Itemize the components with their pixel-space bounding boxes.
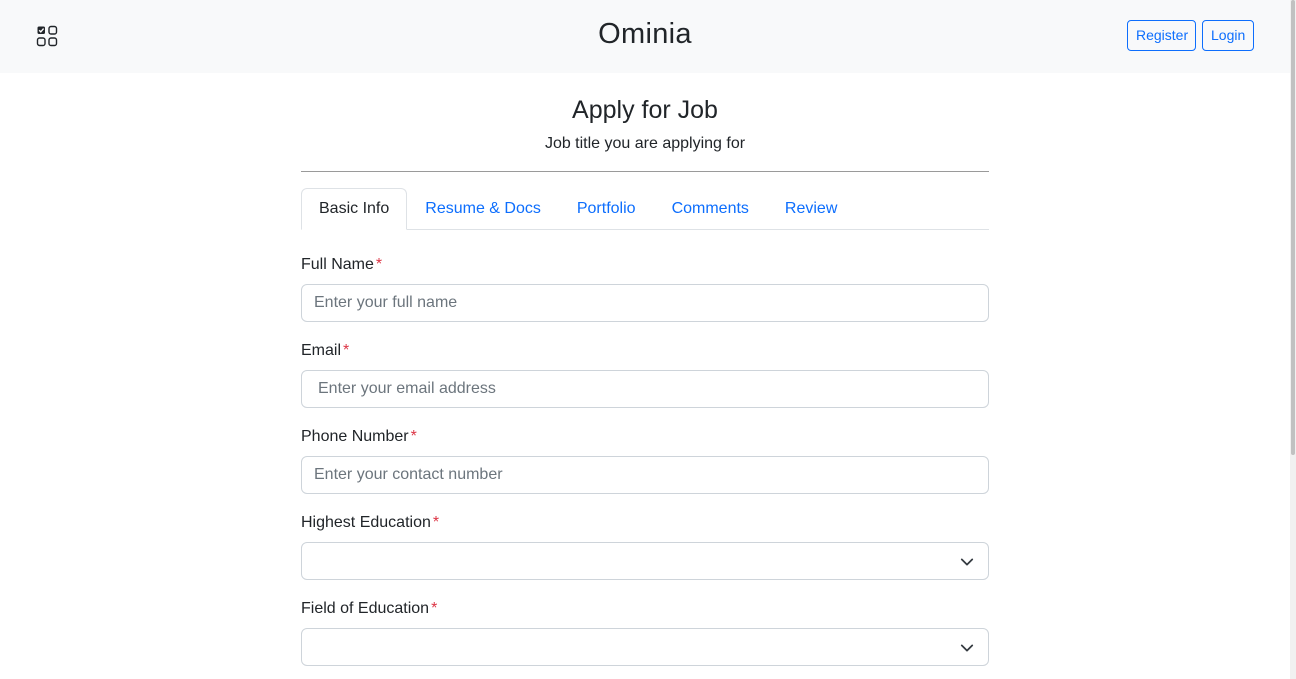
email-label: Email * — [301, 342, 989, 360]
chevron-down-icon — [960, 644, 974, 652]
email-group: Email * — [301, 342, 989, 408]
page-scrollbar[interactable] — [1290, 0, 1296, 679]
field-of-education-label-text: Field of Education — [301, 600, 430, 617]
tab-review[interactable]: Review — [767, 188, 855, 229]
phone-label-text: Phone Number — [301, 428, 409, 445]
required-asterisk: * — [410, 428, 417, 445]
top-navbar: Ominia Register Login — [0, 0, 1290, 73]
full-name-label: Full Name * — [301, 256, 989, 274]
education-label: Highest Education * — [301, 514, 989, 532]
tab-portfolio[interactable]: Portfolio — [559, 188, 654, 229]
tab-resume-docs[interactable]: Resume & Docs — [407, 188, 559, 229]
tab-basic-info[interactable]: Basic Info — [301, 188, 408, 230]
brand-title[interactable]: Ominia — [0, 18, 1290, 51]
tab-bar: Basic Info Resume & Docs Portfolio Comme… — [301, 188, 989, 230]
divider — [301, 171, 989, 172]
phone-label: Phone Number * — [301, 428, 989, 446]
email-input[interactable] — [301, 370, 989, 408]
tab-comments[interactable]: Comments — [654, 188, 767, 229]
login-button[interactable]: Login — [1202, 20, 1254, 51]
scrollbar-thumb[interactable] — [1291, 0, 1295, 455]
education-label-text: Highest Education — [301, 514, 431, 531]
full-name-group: Full Name * — [301, 256, 989, 322]
required-asterisk: * — [431, 600, 438, 617]
phone-input[interactable] — [301, 456, 989, 494]
required-asterisk: * — [432, 514, 440, 531]
main-content: Apply for Job Job title you are applying… — [301, 73, 989, 666]
field-of-education-select[interactable] — [301, 628, 989, 666]
education-group: Highest Education * — [301, 514, 989, 580]
register-button[interactable]: Register — [1127, 20, 1196, 51]
field-of-education-label: Field of Education * — [301, 600, 989, 618]
required-asterisk: * — [375, 256, 383, 273]
required-asterisk: * — [343, 342, 350, 359]
education-select[interactable] — [301, 542, 989, 580]
field-of-education-group: Field of Education * — [301, 600, 989, 666]
page-subtitle: Job title you are applying for — [544, 135, 746, 152]
chevron-down-icon — [960, 558, 974, 566]
full-name-label-text: Full Name — [301, 256, 374, 273]
full-name-input[interactable] — [301, 284, 989, 322]
email-label-text: Email — [301, 342, 342, 359]
page-title: Apply for Job — [572, 96, 718, 124]
phone-group: Phone Number * — [301, 428, 989, 494]
